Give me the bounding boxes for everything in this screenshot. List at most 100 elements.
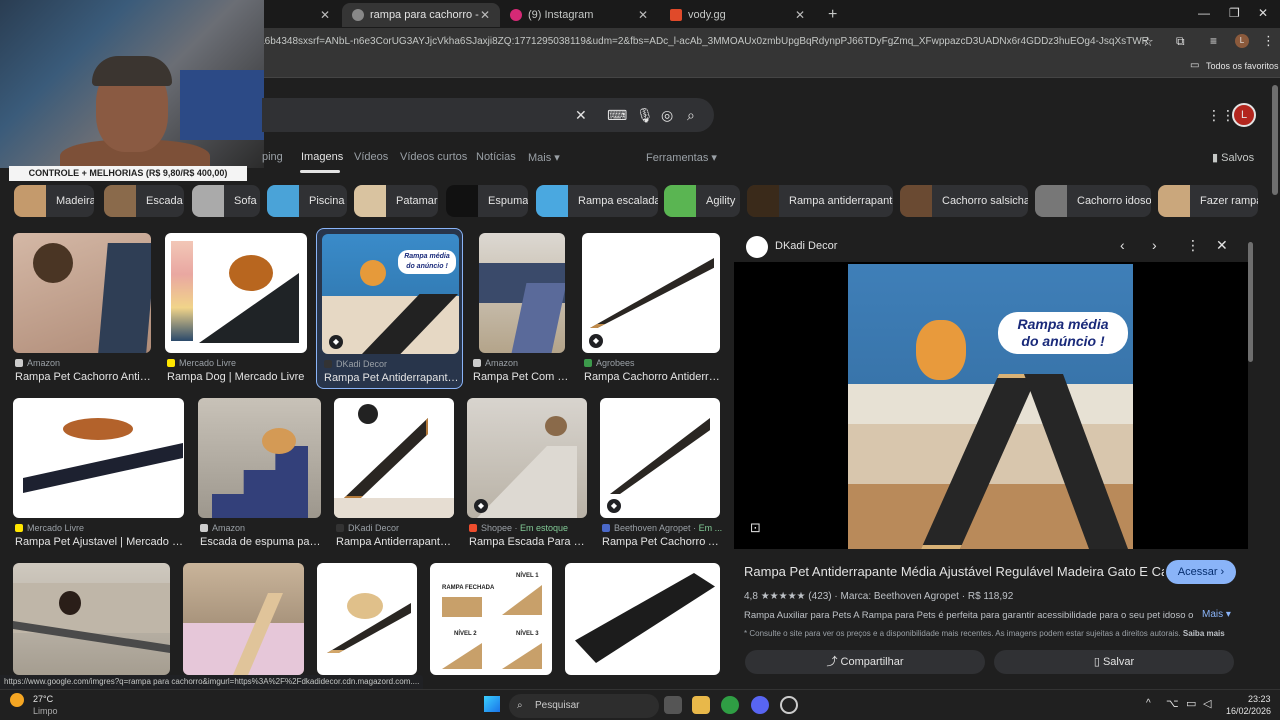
search-icon[interactable]: ⌕ [687,107,695,124]
result-card[interactable] [317,563,417,675]
chip-rampa-antiderrapante[interactable]: Rampa antiderrapante [747,185,893,217]
result-card[interactable]: ◆ Agrobees Rampa Cachorro Antiderrap... [582,233,720,385]
result-card[interactable]: ◆ Beethoven Agropet · Em ... Rampa Pet C… [600,398,722,550]
panel-scrollbar[interactable] [1248,232,1253,672]
discord-icon[interactable] [751,696,769,714]
page-scrollbar[interactable] [1272,85,1278,195]
result-title[interactable]: Rampa Pet Cachorro An... [602,536,720,548]
keyboard-icon[interactable]: ⌨ [607,107,627,124]
tab-shopping[interactable]: ping [262,151,283,163]
bookmark-star-icon[interactable]: ☆ [1142,34,1154,50]
learn-more-link[interactable]: Saiba mais [1183,629,1225,638]
tab-instagram[interactable]: (9) Instagram ✕ [500,3,658,27]
result-title[interactable]: Rampa Pet Antiderrapante ... [324,372,460,384]
language-icon[interactable]: ⌥ [1166,697,1179,710]
result-title[interactable]: Rampa Pet Ajustavel | Mercado Livre [15,536,184,548]
previous-icon[interactable]: ‹ [1120,237,1125,253]
weather-icon[interactable] [10,693,24,707]
chip-espuma[interactable]: Espuma [446,185,528,217]
chip-cachorro-idoso[interactable]: Cachorro idoso [1035,185,1151,217]
minimize-icon[interactable]: — [1198,6,1210,20]
lens-search-icon[interactable]: ⊡ [750,520,761,536]
result-title[interactable]: Rampa Dog | Mercado Livre [167,371,307,383]
saved-button[interactable]: ▮ Salvos [1212,151,1254,164]
result-card[interactable] [565,563,720,675]
windows-start-icon[interactable] [484,696,500,712]
tab-google-search[interactable]: rampa para cachorro - Pesquisa ✕ [342,3,500,27]
network-icon[interactable]: ▭ [1186,697,1196,710]
result-card[interactable]: Amazon Escada de espuma para ... [198,398,321,550]
result-card[interactable]: RAMPA FECHADA NÍVEL 1 NÍVEL 2 NÍVEL 3 [430,563,552,675]
all-favorites-link[interactable]: Todos os favoritos [1206,61,1279,71]
result-image[interactable] [165,233,307,353]
close-icon[interactable]: ✕ [480,8,490,22]
profile-avatar[interactable]: L [1235,34,1249,48]
chip-rampa-escalada[interactable]: Rampa escalada [536,185,658,217]
share-button[interactable]: ⤴ Compartilhar [745,650,985,674]
preview-site-name[interactable]: DKadi Decor [775,240,837,252]
result-title[interactable]: Rampa Pet Cachorro Antider... [15,371,151,383]
chip-madeira[interactable]: Madeira [14,185,94,217]
apps-grid-icon[interactable]: ⋮⋮ [1207,107,1235,124]
new-tab-plus-icon[interactable]: + [818,3,838,27]
clear-search-icon[interactable]: ✕ [575,107,587,124]
menu-dots-icon[interactable]: ⋮ [1262,33,1275,49]
result-image[interactable] [334,398,454,518]
result-image[interactable]: RAMPA FECHADA NÍVEL 1 NÍVEL 2 NÍVEL 3 [430,563,552,675]
media-icon[interactable]: ≡ [1210,34,1217,48]
file-explorer-icon[interactable] [692,696,710,714]
result-image[interactable] [13,398,184,518]
preview-title[interactable]: Rampa Pet Antiderrapante Média Ajustável… [744,564,1164,579]
result-card[interactable]: Amazon Rampa Pet Cachorro Antider... [13,233,151,385]
weather-status[interactable]: Limpo [33,706,58,716]
lens-icon[interactable]: ◎ [661,107,673,124]
close-icon[interactable]: ✕ [1216,237,1228,254]
clock-date[interactable]: 16/02/2026 [1226,706,1271,716]
chip-patamar[interactable]: Patamar [354,185,438,217]
result-image[interactable] [13,233,151,353]
result-card[interactable]: Mercado Livre Rampa Dog | Mercado Livre [165,233,307,385]
chip-piscina[interactable]: Piscina [267,185,347,217]
address-bar[interactable]: 88a6b4348sxsrf=ANbL-n6e3CorUG3AYJjcVkha6… [248,31,1148,53]
result-card[interactable]: Amazon Rampa Pet Com 4 ... [473,233,571,385]
app-icon[interactable] [780,696,798,714]
result-title[interactable]: Rampa Cachorro Antiderrap... [584,371,720,383]
close-window-icon[interactable]: ✕ [1258,6,1268,20]
task-view-icon[interactable] [664,696,682,714]
result-card-selected[interactable]: Rampa média do anúncio ! ◆ DKadi Decor Ra… [316,228,463,389]
result-image[interactable] [317,563,417,675]
chip-agility[interactable]: Agility [664,185,740,217]
result-image[interactable] [183,563,304,675]
volume-icon[interactable]: ◁ [1203,697,1211,710]
tab-partial[interactable]: ✕ [264,3,340,27]
result-card[interactable]: DKadi Decor Rampa Antiderrapante A... [334,398,454,550]
tab-videos[interactable]: Vídeos [354,151,388,163]
microphone-icon[interactable]: 🎙 [636,107,654,124]
tab-images[interactable]: Imagens [301,151,343,163]
chrome-icon[interactable] [721,696,739,714]
result-image[interactable] [582,233,720,353]
more-options-icon[interactable]: ⋮ [1186,237,1200,254]
save-button[interactable]: ▯ Salvar [994,650,1234,674]
result-image[interactable] [198,398,321,518]
more-link[interactable]: Mais ▾ [1202,609,1231,620]
clock-time[interactable]: 23:23 [1248,694,1271,704]
extensions-icon[interactable]: ⧉ [1176,34,1185,49]
tab-more[interactable]: Mais ▾ [528,151,560,164]
chip-sofa[interactable]: Sofa [192,185,260,217]
result-title[interactable]: Rampa Antiderrapante A... [336,536,454,548]
close-icon[interactable]: ✕ [795,8,805,22]
chip-fazer-rampa[interactable]: Fazer rampa [1158,185,1258,217]
google-account-avatar[interactable]: L [1232,103,1256,127]
result-card[interactable]: ◆ Shopee · Em estoque Rampa Escada Para … [467,398,587,550]
tab-short-videos[interactable]: Vídeos curtos [400,151,467,163]
result-card[interactable] [183,563,304,675]
result-title[interactable]: Rampa Escada Para Ca... [469,536,587,548]
tab-news[interactable]: Notícias [476,151,516,163]
access-button[interactable]: Acessar › [1166,560,1236,584]
close-icon[interactable]: ✕ [320,8,330,22]
weather-temp[interactable]: 27°C [33,694,53,704]
result-image[interactable] [479,233,565,353]
result-card[interactable] [13,563,170,675]
chip-escada[interactable]: Escada [104,185,184,217]
